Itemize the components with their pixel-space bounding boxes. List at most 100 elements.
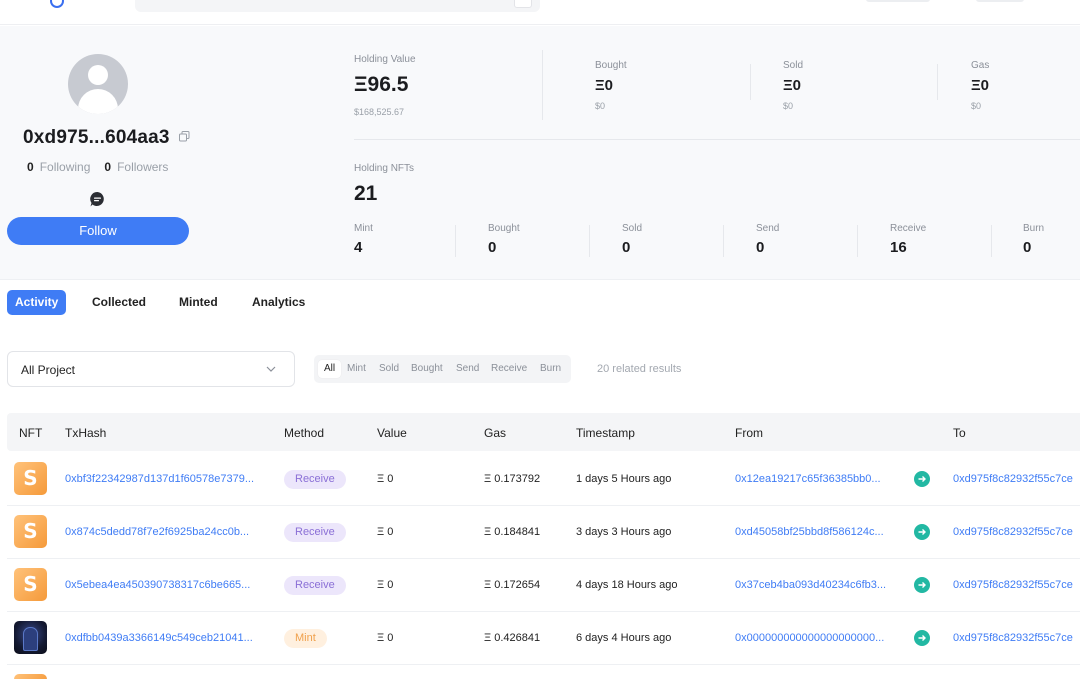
gas-usd: $0: [971, 101, 982, 111]
divider: [750, 64, 751, 100]
s-token-icon: S: [23, 466, 38, 490]
method-badge: Receive: [284, 576, 346, 595]
bought-usd: $0: [595, 101, 606, 111]
logo-icon[interactable]: [50, 0, 64, 8]
timestamp-cell: 3 days 3 Hours ago: [576, 526, 672, 538]
to-address-link[interactable]: 0xd975f8c82932f55c7ce: [953, 579, 1073, 591]
following-label[interactable]: Following: [40, 160, 91, 174]
bought-value: Ξ0: [595, 77, 613, 94]
filter-send[interactable]: Send: [456, 360, 479, 378]
chevron-down-icon: [266, 366, 276, 372]
filter-mint[interactable]: Mint: [347, 360, 366, 378]
message-icon[interactable]: [89, 191, 106, 208]
divider: [542, 50, 543, 120]
table-row[interactable]: S 0x874c5dedd78f7e2f6925ba24cc0b... Rece…: [7, 506, 1080, 559]
wallet-address: 0xd975...604aa3: [23, 127, 170, 148]
send-count: 0: [756, 239, 765, 256]
filter-all[interactable]: All: [318, 360, 342, 378]
to-address-link[interactable]: 0xd975f8c82932f55c7ce: [953, 632, 1073, 644]
arrow-right-icon: [914, 471, 930, 487]
nav-link[interactable]: [976, 0, 1024, 2]
value-cell: Ξ 0: [377, 473, 394, 485]
sold-count-label: Sold: [622, 223, 643, 234]
s-token-icon: S: [23, 519, 38, 543]
copy-icon[interactable]: [179, 131, 190, 142]
following-count: 0: [27, 160, 34, 174]
column-header-method: Method: [284, 426, 325, 440]
filter-burn[interactable]: Burn: [540, 360, 561, 378]
figure-icon: [23, 627, 38, 651]
sold-label: Sold: [783, 60, 804, 71]
table-row[interactable]: S 0xbf3f22342987d137d1f60578e7379... Rec…: [7, 453, 1080, 506]
gas-label: Gas: [971, 60, 990, 71]
burn-count: 0: [1023, 239, 1032, 256]
sold-usd: $0: [783, 101, 794, 111]
from-address-link[interactable]: 0x37ceb4ba093d40234c6fb3...: [735, 579, 886, 591]
burn-count-label: Burn: [1023, 223, 1045, 234]
table-row[interactable]: 0xdfbb0439a3366149c549ceb21041... Mint Ξ…: [7, 612, 1080, 665]
arrow-right-icon: [914, 577, 930, 593]
tab-activity[interactable]: Activity: [7, 290, 67, 315]
nft-thumbnail[interactable]: S: [14, 568, 47, 601]
tab-analytics[interactable]: Analytics: [252, 290, 305, 315]
filter-bought[interactable]: Bought: [411, 360, 443, 378]
column-header-from: From: [735, 426, 763, 440]
column-header-nft: NFT: [19, 426, 43, 440]
nav-link[interactable]: [866, 0, 930, 2]
holding-value-usd: $168,525.67: [354, 107, 405, 117]
receive-count: 16: [890, 239, 907, 256]
to-address-link[interactable]: 0xd975f8c82932f55c7ce: [953, 473, 1073, 485]
filter-sold[interactable]: Sold: [379, 360, 399, 378]
value-cell: Ξ 0: [377, 579, 394, 591]
tab-minted[interactable]: Minted: [179, 290, 218, 315]
nft-thumbnail[interactable]: [14, 621, 47, 654]
divider: [589, 225, 590, 257]
s-token-icon: S: [23, 572, 38, 596]
search-shortcut-icon: [514, 0, 532, 8]
bought-count: 0: [488, 239, 497, 256]
tx-hash-link[interactable]: 0x874c5dedd78f7e2f6925ba24cc0b...: [65, 526, 249, 538]
tx-hash-link[interactable]: 0xdfbb0439a3366149c549ceb21041...: [65, 632, 253, 644]
timestamp-cell: 4 days 18 Hours ago: [576, 579, 678, 591]
method-badge: Receive: [284, 523, 346, 542]
receive-count-label: Receive: [890, 223, 927, 234]
followers-count: 0: [104, 160, 112, 174]
tx-hash-link[interactable]: 0x5ebea4ea450390738317c6be665...: [65, 579, 250, 591]
arrow-right-icon: [914, 630, 930, 646]
to-address-link[interactable]: 0xd975f8c82932f55c7ce: [953, 526, 1073, 538]
value-cell: Ξ 0: [377, 526, 394, 538]
nft-thumbnail[interactable]: S: [14, 462, 47, 495]
divider: [354, 139, 1080, 140]
bought-label: Bought: [595, 60, 627, 71]
results-count: 20 related results: [597, 363, 682, 375]
table-row[interactable]: S 0x5ebea4ea450390738317c6be665... Recei…: [7, 559, 1080, 612]
column-header-txhash: TxHash: [65, 426, 107, 440]
nft-thumbnail[interactable]: S: [14, 515, 47, 548]
column-header-timestamp: Timestamp: [576, 426, 635, 440]
from-address-link[interactable]: 0xd45058bf25bbd8f586124c...: [735, 526, 884, 538]
holding-nfts-label: Holding NFTs: [354, 163, 415, 174]
divider: [991, 225, 992, 257]
sold-count: 0: [622, 239, 631, 256]
value-cell: Ξ 0: [377, 632, 394, 644]
method-badge: Mint: [284, 629, 327, 648]
search-input[interactable]: [135, 0, 540, 12]
from-address-link[interactable]: 0x12ea19217c65f36385bb0...: [735, 473, 881, 485]
tx-hash-link[interactable]: 0xbf3f22342987d137d1f60578e7379...: [65, 473, 254, 485]
filter-receive[interactable]: Receive: [491, 360, 527, 378]
top-navigation-bar: [0, 0, 1080, 25]
tab-collected[interactable]: Collected: [92, 290, 146, 315]
nft-thumbnail[interactable]: [14, 674, 47, 679]
gas-cell: Ξ 0.426841: [484, 632, 541, 644]
avatar: [68, 54, 128, 114]
holding-value-label: Holding Value: [354, 54, 416, 65]
table-row[interactable]: [7, 665, 1080, 679]
follow-button[interactable]: Follow: [7, 217, 189, 245]
gas-cell: Ξ 0.173792: [484, 473, 541, 485]
followers-label[interactable]: Followers: [117, 160, 168, 174]
project-select[interactable]: All Project: [7, 351, 295, 387]
divider: [857, 225, 858, 257]
arrow-right-icon: [914, 524, 930, 540]
table-header: NFT TxHash Method Value Gas Timestamp Fr…: [7, 413, 1080, 451]
from-address-link[interactable]: 0x000000000000000000000...: [735, 632, 884, 644]
